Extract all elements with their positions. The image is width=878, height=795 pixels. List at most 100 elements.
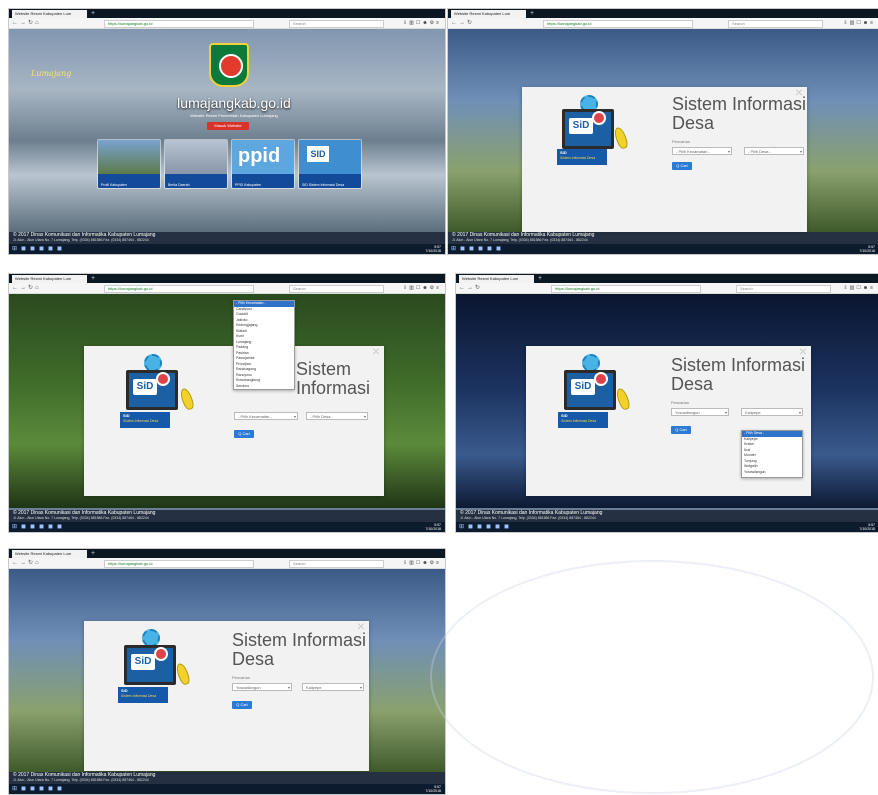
nav-arrows-icon[interactable]: ←→↻ (451, 18, 474, 28)
url-bar[interactable]: https://lumajangkab.go.id (104, 285, 254, 293)
url-bar[interactable]: https://lumajangkab.go.id (104, 560, 254, 568)
tile-berita[interactable]: Berita Daerah (164, 139, 228, 189)
nav-arrows-icon[interactable]: ←→↻⌂ (12, 283, 41, 293)
search-button[interactable]: Q Cari (234, 430, 254, 438)
new-tab-button[interactable]: + (91, 274, 95, 283)
screenshot-landing: Website Resmi Kabupaten Lum + ←→↻⌂ https… (8, 8, 446, 255)
kabupaten-logo (209, 43, 249, 87)
modal-close-icon[interactable]: × (372, 344, 380, 358)
search-box[interactable]: Search (289, 285, 384, 293)
browser-tab[interactable]: Website Resmi Kabupaten Lum (451, 10, 526, 18)
browser-nav-bar: ←→↻⌂ https://lumajangkab.go.id Search ⇩▥… (9, 558, 445, 569)
url-bar[interactable]: https://lumajangkab.go.id (104, 20, 254, 28)
browser-nav-bar: ←→↻ https://lumajangkab.go.id Search ⇩▥☐… (456, 283, 878, 294)
url-bar[interactable]: https://lumajangkab.go.id (551, 285, 701, 293)
desa-select[interactable]: - Pilih Desa - ▾ (744, 147, 804, 155)
toolbar-icons[interactable]: ⇩▥☐☻≡ (843, 18, 875, 28)
nav-arrows-icon[interactable]: ←→↻ (459, 283, 482, 293)
taskbar-app-icons[interactable]: ⊞◼◼◼◼◼ (12, 784, 66, 794)
record-icon (156, 372, 170, 386)
dropdown-option[interactable]: Yosowilangun (742, 470, 802, 476)
banana-mascot-icon (174, 661, 192, 687)
kecamatan-select[interactable]: - Pilih Kecamatan - ▾ (234, 412, 298, 420)
modal-page-content: × SiD SID Sistem Informasi Desa Sistem I… (456, 294, 878, 508)
browser-tab[interactable]: Website Resmi Kabupaten Lum (12, 275, 87, 283)
toolbar-icons[interactable]: ⇩▥☐☻⚙≡ (403, 18, 441, 28)
browser-tab-bar: Website Resmi Kabupaten Lum + (9, 549, 445, 558)
url-bar[interactable]: https://lumajangkab.go.id (543, 20, 693, 28)
taskbar-clock: 5:57 7/10/2018 (859, 523, 875, 531)
search-box[interactable]: Search (736, 285, 831, 293)
site-subtitle: Website Resmi Pemerintah Kabupaten Lumaj… (190, 113, 278, 118)
monitor-icon: SiD (124, 645, 176, 685)
new-tab-button[interactable]: + (538, 274, 542, 283)
browser-tab[interactable]: Website Resmi Kabupaten Lum (12, 10, 87, 18)
cursive-text: Lumajang (31, 69, 72, 78)
kecamatan-select[interactable]: Yosowilangun ▾ (671, 408, 729, 416)
screenshot-desa-dropdown: Website Resmi Kabupaten Lum + ←→↻ https:… (455, 273, 878, 533)
sid-modal: × SiD SID Sistem Informasi Desa Sistem I… (522, 85, 807, 232)
toolbar-icons[interactable]: ⇩▥☐☻⚙≡ (403, 558, 441, 568)
browser-tab-bar: Website Resmi Kabupaten Lum + (9, 274, 445, 283)
taskbar-clock: 5:57 7/10/2018 (425, 245, 441, 253)
monitor-icon: SiD (562, 109, 614, 149)
search-box[interactable]: Search (289, 560, 384, 568)
record-icon (594, 372, 608, 386)
desa-dropdown[interactable]: - Pilih Desa - Kalipepe Kraton Krai Mund… (741, 430, 803, 478)
search-button[interactable]: Q Cari (671, 426, 691, 434)
nav-arrows-icon[interactable]: ←→↻⌂ (12, 558, 41, 568)
windows-taskbar: ⊞◼◼◼◼◼ 5:57 7/10/2018 (9, 522, 445, 532)
ppid-logo-text: ppid (238, 145, 281, 167)
sid-modal: × SiD SID Sistem Informasi Desa Sistem I… (84, 619, 369, 771)
toolbar-icons[interactable]: ⇩▥☐☻≡ (843, 283, 875, 293)
new-tab-button[interactable]: + (91, 9, 95, 18)
kecamatan-select[interactable]: Yosowilangun ▾ (232, 683, 292, 691)
windows-taskbar: ⊞◼◼◼◼◼ 5:57 7/10/2018 (456, 522, 878, 532)
windows-taskbar: ⊞◼◼◼◼◼ 5:57 7/10/2018 (448, 244, 878, 254)
taskbar-app-icons[interactable]: ⊞◼◼◼◼◼ (451, 244, 505, 254)
nav-arrows-icon[interactable]: ←→↻⌂ (12, 18, 41, 28)
monitor-icon: SiD (564, 370, 616, 410)
desa-select[interactable]: Kalipepe ▾ (741, 408, 803, 416)
page-footer: © 2017 Dinas Komunikasi dan Informatika … (9, 772, 445, 784)
desa-select[interactable]: Kalipepe ▾ (302, 683, 364, 691)
toolbar-icons[interactable]: ⇩▥☐☻⚙≡ (403, 283, 441, 293)
sid-banner: SID Sistem Informasi Desa (558, 412, 608, 428)
new-tab-button[interactable]: + (530, 9, 534, 18)
search-box[interactable]: Search (728, 20, 823, 28)
kecamatan-dropdown[interactable]: - Pilih Kecamatan - Candipuro Gucialit J… (233, 300, 295, 390)
taskbar-app-icons[interactable]: ⊞◼◼◼◼◼ (12, 522, 66, 532)
search-label: Pencarian (232, 675, 251, 680)
taskbar-clock: 5:57 7/10/2018 (425, 785, 441, 793)
screenshot-sid-modal: Website Resmi Kabupaten Lum + ←→↻ https:… (447, 8, 878, 255)
tile-profil[interactable]: Profil Kabupaten (97, 139, 161, 189)
browser-nav-bar: ←→↻⌂ https://lumajangkab.go.id Search ⇩▥… (9, 283, 445, 294)
record-icon (154, 647, 168, 661)
search-button[interactable]: Q Cari (232, 701, 252, 709)
search-label: Pencarian (672, 139, 691, 144)
browser-tab-bar: Website Resmi Kabupaten Lum + (9, 9, 445, 18)
desa-select[interactable]: - Pilih Desa - ▾ (306, 412, 368, 420)
dropdown-option[interactable]: Senduro (234, 384, 294, 390)
taskbar-app-icons[interactable]: ⊞◼◼◼◼◼ (459, 522, 513, 532)
new-tab-button[interactable]: + (91, 549, 95, 558)
search-button[interactable]: Q Cari (672, 162, 692, 170)
search-box[interactable]: Search (289, 20, 384, 28)
modal-title: Sistem Informasi Desa (672, 94, 807, 133)
monitor-icon: SiD (126, 370, 178, 410)
banana-mascot-icon (614, 386, 632, 412)
tile-ppid[interactable]: ppid PPID Kabupaten (231, 139, 295, 189)
windows-taskbar: ⊞◼◼◼◼◼ 5:57 7/10/2018 (9, 244, 445, 254)
taskbar-clock: 5:57 7/10/2018 (425, 523, 441, 531)
screenshot-selection-done: Website Resmi Kabupaten Lum + ←→↻⌂ https… (8, 548, 446, 795)
browser-tab[interactable]: Website Resmi Kabupaten Lum (459, 275, 534, 283)
enter-website-button[interactable]: Masuk Website (207, 122, 249, 130)
tile-sid[interactable]: SID SID Sistem Informasi Desa (298, 139, 362, 189)
kecamatan-select[interactable]: - Pilih Kecamatan - ▾ (672, 147, 732, 155)
sid-banner: SID Sistem Informasi Desa (557, 149, 607, 165)
page-footer: © 2017 Dinas Komunikasi dan Informatika … (9, 510, 445, 522)
browser-tab[interactable]: Website Resmi Kabupaten Lum (12, 550, 87, 558)
landing-content: Lumajang lumajangkab.go.id Website Resmi… (9, 29, 445, 232)
browser-tab-bar: Website Resmi Kabupaten Lum + (456, 274, 878, 283)
taskbar-app-icons[interactable]: ⊞◼◼◼◼◼ (12, 244, 66, 254)
